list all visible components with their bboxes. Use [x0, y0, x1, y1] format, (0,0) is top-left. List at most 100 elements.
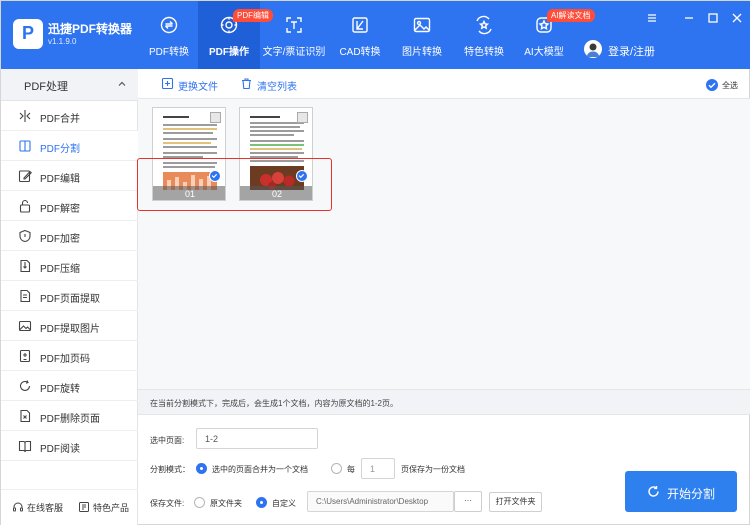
browse-button[interactable]: ··· — [454, 491, 482, 512]
app-window: P 迅捷PDF转换器 v1.1.9.0 PDF转换 PDF操作 PDF编辑 文字… — [0, 0, 750, 525]
mode-every-radio[interactable] — [331, 463, 342, 474]
nav-image-convert[interactable]: 图片转换 — [394, 1, 450, 69]
sidebar-item-delete-page[interactable]: PDF删除页面 — [1, 401, 138, 431]
save-file-label: 保存文件: — [150, 499, 185, 508]
sidebar-footer: 在线客服 特色产品 — [1, 489, 138, 525]
book-icon — [18, 439, 32, 453]
sidebar-item-compress[interactable]: PDF压缩 — [1, 251, 138, 281]
maximize-icon[interactable] — [706, 11, 720, 25]
app-logo: P — [13, 19, 43, 49]
menu-icon[interactable] — [645, 11, 659, 25]
split-info-text: 在当前分割模式下，完成后，会生成1个文档，内容为原文档的1-2页。 — [150, 399, 399, 408]
add-file-icon — [161, 77, 174, 90]
start-split-button[interactable]: 开始分割 — [625, 471, 737, 512]
selected-pages-input[interactable]: 1-2 — [196, 428, 318, 449]
sidebar-item-read[interactable]: PDF阅读 — [1, 431, 138, 461]
nav-badge-ai: AI解读文档 — [547, 9, 595, 22]
page-title-line — [163, 116, 189, 118]
sidebar-item-decrypt[interactable]: PDF解密 — [1, 191, 138, 221]
image-icon — [412, 15, 432, 35]
split-mode-label: 分割模式： — [150, 465, 190, 474]
sidebar-header[interactable]: PDF处理 — [1, 69, 138, 101]
featured-products-link[interactable]: 特色产品 — [93, 501, 129, 514]
text-line — [163, 142, 211, 144]
headset-icon — [12, 501, 24, 513]
merge-icon — [18, 109, 32, 123]
nav-ocr[interactable]: 文字/票证识别 — [260, 1, 328, 69]
nav-special-convert[interactable]: 特色转换 — [456, 1, 512, 69]
save-original-radio[interactable] — [194, 497, 205, 508]
page-number-icon — [18, 349, 32, 363]
sidebar-item-page-extract[interactable]: PDF页面提取 — [1, 281, 138, 311]
products-icon — [78, 501, 90, 513]
selection-highlight-frame — [137, 158, 332, 211]
sidebar-item-page-number[interactable]: PDF加页码 — [1, 341, 138, 371]
text-line — [163, 128, 217, 130]
save-custom-radio[interactable] — [256, 497, 267, 508]
text-line — [250, 130, 304, 132]
app-name: 迅捷PDF转换器 — [48, 22, 133, 36]
text-line — [250, 144, 304, 146]
close-icon[interactable] — [730, 11, 744, 25]
sidebar-item-split[interactable]: PDF分割 — [1, 131, 138, 161]
cad-document-icon — [350, 15, 370, 35]
image-extract-icon — [18, 319, 32, 333]
online-service-link[interactable]: 在线客服 — [27, 501, 63, 514]
text-line — [163, 132, 213, 134]
compress-icon — [18, 259, 32, 273]
split-info-bar: 在当前分割模式下，完成后，会生成1个文档，内容为原文档的1-2页。 — [138, 389, 750, 415]
select-all-checkbox[interactable] — [706, 79, 718, 91]
split-icon — [18, 139, 32, 153]
top-nav-bar: P 迅捷PDF转换器 v1.1.9.0 PDF转换 PDF操作 PDF编辑 文字… — [1, 1, 750, 69]
mode-merge-radio[interactable] — [196, 463, 207, 474]
expand-icon[interactable] — [297, 112, 308, 123]
save-path-input[interactable]: C:\Users\Administrator\Desktop — [307, 491, 454, 512]
sidebar-item-image-extract[interactable]: PDF提取图片 — [1, 311, 138, 341]
text-line — [163, 124, 217, 126]
sidebar-title: PDF处理 — [24, 81, 68, 93]
trash-icon — [240, 77, 253, 90]
text-line — [250, 152, 304, 154]
page-title-line — [250, 116, 280, 118]
nav-pdf-convert[interactable]: PDF转换 — [140, 1, 198, 69]
chevron-up-icon — [117, 79, 127, 89]
save-custom-label[interactable]: 自定义 — [272, 498, 296, 509]
save-original-label[interactable]: 原文件夹 — [210, 498, 242, 509]
login-register-link[interactable]: 登录/注册 — [608, 43, 655, 59]
text-line — [250, 140, 304, 142]
page-thumbnail-area: 01 02 — [137, 99, 750, 389]
text-line — [163, 138, 217, 140]
text-line — [250, 134, 294, 136]
selected-pages-label: 选中页面: — [150, 436, 185, 445]
app-version: v1.1.9.0 — [48, 37, 77, 46]
expand-icon[interactable] — [210, 112, 221, 123]
scan-frame-icon — [284, 15, 304, 35]
sidebar-item-edit[interactable]: PDF编辑 — [1, 161, 138, 191]
mode-every-label[interactable]: 每 — [347, 464, 355, 475]
edit-icon — [18, 169, 32, 183]
minimize-icon[interactable] — [682, 11, 696, 25]
mode-merge-label[interactable]: 选中的页面合并为一个文档 — [212, 464, 308, 475]
sidebar: PDF处理 PDF合并 PDF分割 PDF编辑 PDF解密 PDF加密 PDF压… — [1, 69, 138, 525]
text-line — [163, 152, 217, 154]
nav-cad-convert[interactable]: CAD转换 — [332, 1, 388, 69]
avatar[interactable] — [584, 40, 602, 58]
nav-pdf-operate[interactable]: PDF操作 PDF编辑 — [198, 1, 273, 69]
every-pages-input[interactable]: 1 — [361, 458, 395, 479]
text-line — [163, 146, 217, 148]
text-line — [250, 148, 302, 150]
sidebar-item-merge[interactable]: PDF合并 — [1, 101, 138, 131]
file-toolbar: 更换文件 清空列表 全选 — [138, 69, 750, 99]
page-extract-icon — [18, 289, 32, 303]
sidebar-item-encrypt[interactable]: PDF加密 — [1, 221, 138, 251]
star-swap-icon — [474, 15, 494, 35]
nav-ai-model[interactable]: AI大模型 AI解读文档 — [516, 1, 595, 69]
sidebar-item-rotate[interactable]: PDF旋转 — [1, 371, 138, 401]
delete-page-icon — [18, 409, 32, 423]
select-all-label[interactable]: 全选 — [722, 80, 738, 91]
unlock-icon — [18, 199, 32, 213]
text-line — [250, 126, 300, 128]
text-line — [250, 122, 304, 124]
open-folder-button[interactable]: 打开文件夹 — [489, 492, 542, 512]
rotate-icon — [18, 379, 32, 393]
